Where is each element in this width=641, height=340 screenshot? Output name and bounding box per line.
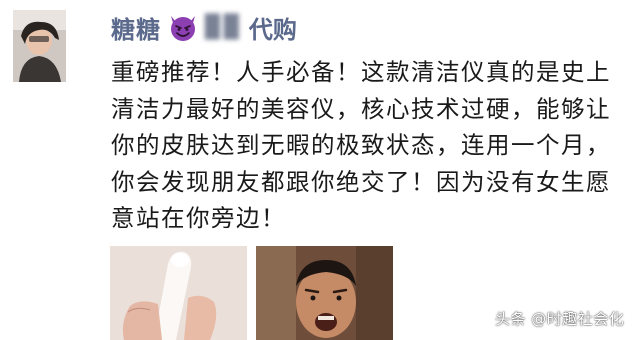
avatar[interactable] (13, 10, 66, 82)
post-header: 糖糖 ▉▉ 代购 (111, 10, 297, 44)
post-body: 重磅推荐！人手必备！这款清洁仪真的是史上清洁力最好的美容仪，核心技术过硬，能够让… (111, 58, 611, 232)
reaction-photo[interactable] (256, 246, 393, 340)
product-photo[interactable] (110, 246, 247, 340)
watermark: 头条 @时趣社会化 (495, 310, 625, 328)
smiling-devil-icon (167, 12, 199, 42)
blurred-name: ▉▉ (205, 14, 243, 40)
seller-tag: 代购 (248, 15, 297, 44)
username[interactable]: 糖糖 (111, 10, 161, 45)
social-post: 糖糖 ▉▉ 代购 重磅推荐！人手必备！这款清洁仪真的是史上清洁力最好的美容仪，核… (0, 0, 641, 340)
